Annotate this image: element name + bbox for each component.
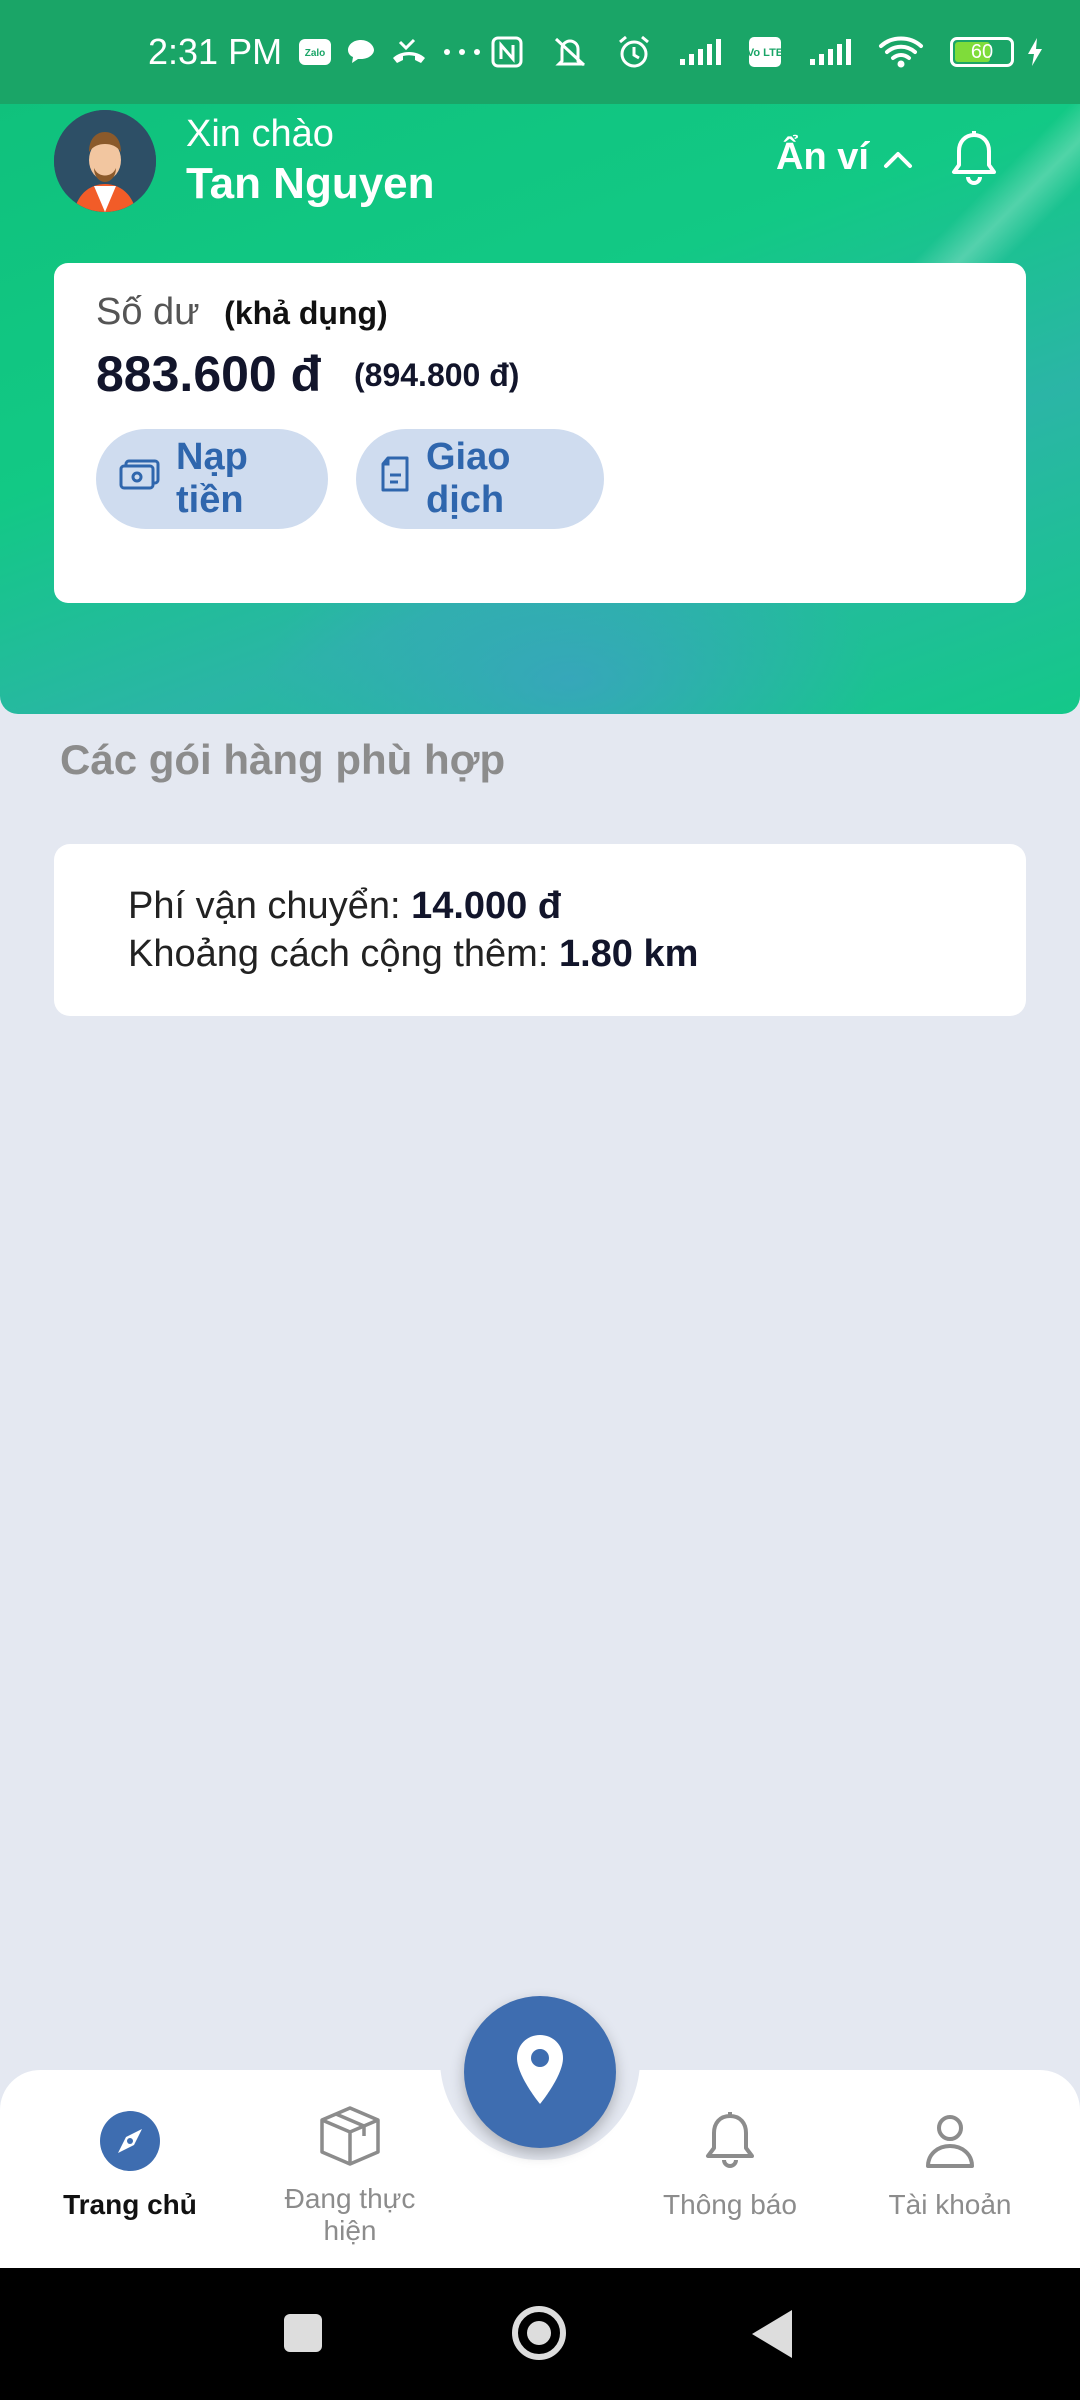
- mute-icon: [550, 35, 590, 69]
- battery-level: 60: [970, 40, 994, 63]
- notification-bell-icon[interactable]: [948, 130, 1000, 193]
- recent-apps-icon[interactable]: [284, 2314, 322, 2352]
- balance-available: 883.600 đ: [96, 346, 322, 402]
- home-icon[interactable]: [512, 2306, 566, 2360]
- zalo-icon: Zalo: [298, 38, 332, 66]
- nav-home-label: Trang chủ: [63, 2189, 197, 2220]
- svg-text:Vo LTE: Vo LTE: [748, 47, 782, 59]
- extra-distance-value: 1.80 km: [558, 933, 699, 975]
- shipping-fee-row: Phí vận chuyển: 14.000 đ: [128, 882, 1026, 930]
- cash-icon: [118, 457, 162, 501]
- alarm-icon: [616, 34, 652, 70]
- svg-text:Zalo: Zalo: [305, 48, 326, 59]
- balance-total: (894.800 đ): [354, 357, 520, 393]
- user-icon: [922, 2110, 978, 2179]
- shipping-fee-value: 14.000 đ: [411, 885, 562, 927]
- extra-distance-row: Khoảng cách cộng thêm: 1.80 km: [128, 930, 1026, 978]
- missed-call-icon: [390, 38, 428, 66]
- balance-label: Số dư: [96, 291, 200, 333]
- topup-button[interactable]: Nạp tiền: [96, 429, 328, 529]
- topup-label: Nạp tiền: [176, 436, 248, 521]
- bell-icon: [702, 2110, 758, 2179]
- wifi-icon: [878, 35, 924, 69]
- nav-account[interactable]: Tài khoản: [860, 2110, 1040, 2221]
- status-bar: 2:31 PM Zalo Vo LTE 60: [0, 0, 1080, 104]
- nav-ongoing[interactable]: Đang thực hiện: [260, 2104, 440, 2247]
- nav-ongoing-label: Đang thực hiện: [284, 2183, 416, 2246]
- transactions-button[interactable]: Giao dịch: [356, 429, 604, 529]
- box-icon: [314, 2104, 386, 2173]
- status-time: 2:31 PM: [148, 31, 283, 72]
- chat-bubble-icon: [346, 38, 376, 66]
- balance-card: Số dư (khả dụng) 883.600 đ (894.800 đ) N…: [54, 263, 1026, 603]
- balance-sub-label: (khả dụng): [224, 295, 388, 331]
- battery-icon: 60: [950, 37, 1014, 67]
- nav-account-label: Tài khoản: [888, 2189, 1012, 2220]
- hide-wallet-toggle[interactable]: Ẩn ví: [776, 136, 913, 179]
- receipt-icon: [378, 455, 412, 503]
- nav-home[interactable]: Trang chủ: [40, 2110, 220, 2221]
- compass-icon: [99, 2110, 161, 2179]
- volte-icon: Vo LTE: [748, 36, 782, 68]
- shipping-fee-label: Phí vận chuyển:: [128, 885, 401, 927]
- signal-icon: [678, 37, 722, 67]
- location-pin-icon: [514, 2033, 566, 2112]
- signal-icon: [808, 37, 852, 67]
- back-icon[interactable]: [752, 2310, 792, 2358]
- more-dots-icon: [442, 47, 482, 57]
- nav-notifications-label: Thông báo: [663, 2189, 797, 2220]
- package-card[interactable]: Phí vận chuyển: 14.000 đ Khoảng cách cộn…: [54, 844, 1026, 1016]
- system-navigation-bar: [0, 2268, 1080, 2400]
- charging-icon: [1026, 37, 1044, 67]
- nav-notifications[interactable]: Thông báo: [640, 2110, 820, 2221]
- greeting-block: Xin chào Tan Nguyen: [186, 112, 435, 212]
- chevron-up-icon: [883, 136, 913, 179]
- hide-wallet-label: Ẩn ví: [776, 136, 869, 178]
- status-right-icons: Vo LTE 60: [490, 0, 1058, 104]
- balance-label-row: Số dư (khả dụng): [96, 291, 388, 334]
- nfc-icon: [490, 35, 524, 69]
- section-title: Các gói hàng phù hợp: [60, 736, 506, 783]
- user-name: Tan Nguyen: [186, 159, 435, 208]
- extra-distance-label: Khoảng cách cộng thêm:: [128, 933, 549, 975]
- avatar[interactable]: [54, 110, 156, 212]
- transactions-label: Giao dịch: [426, 436, 511, 521]
- map-location-button[interactable]: [464, 1996, 616, 2148]
- greeting-text: Xin chào: [186, 113, 334, 155]
